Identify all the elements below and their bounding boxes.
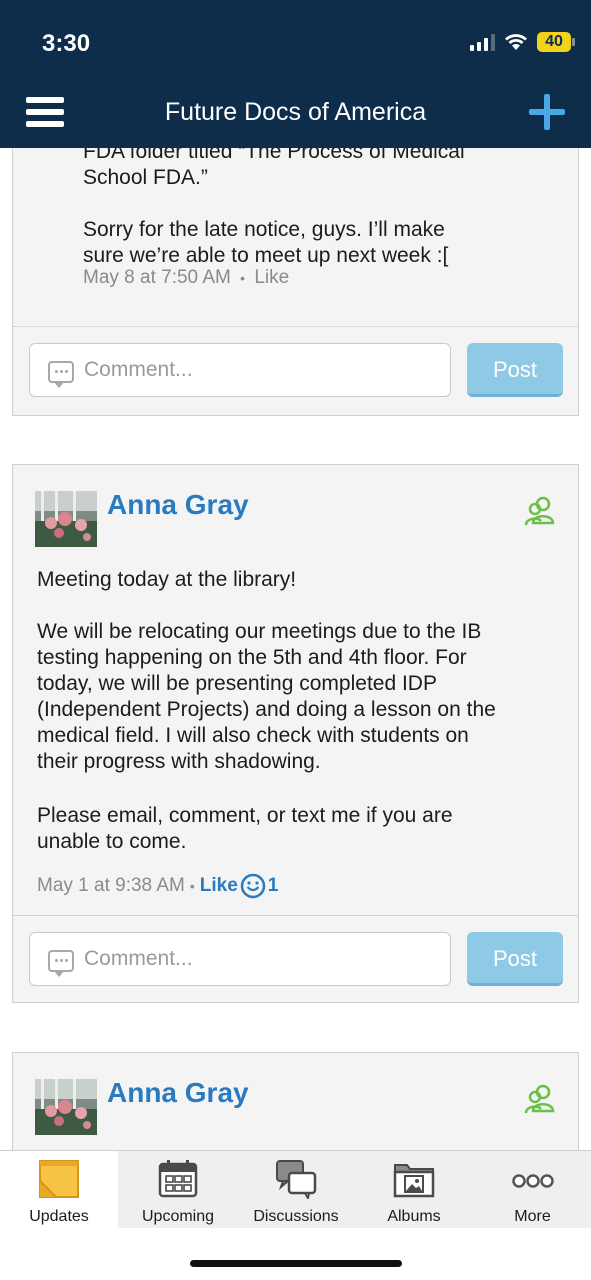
status-icons: 40 [470,32,575,52]
avatar[interactable] [35,491,97,547]
member-icon[interactable] [523,495,557,527]
post-timestamp: May 8 at 7:50 AM [83,267,231,288]
like-link[interactable]: Like [254,267,289,288]
tab-albums[interactable]: Albums [354,1151,474,1229]
post-body: We will be relocating our meetings due t… [37,620,496,773]
post-card: Anna Gray [12,1052,579,1150]
post-timestamp: May 1 at 9:38 AM [37,875,185,896]
tab-label: Updates [29,1208,89,1225]
signal-icon [470,33,495,51]
like-link[interactable]: Like [200,875,238,897]
post-title: Meeting today at the library! [37,568,297,591]
tab-label: More [514,1208,551,1225]
comment-row: Comment... Post [13,915,578,1003]
battery-icon: 40 [537,32,575,52]
calendar-icon [158,1160,198,1198]
author-name[interactable]: Anna Gray [107,489,249,521]
tab-discussions[interactable]: Discussions [238,1151,354,1229]
status-time: 3:30 [42,30,91,57]
post-meta: May 8 at 7:50 AM • Like [83,267,290,288]
tab-updates[interactable]: Updates [0,1151,118,1229]
post-text: FDA folder titled “The Process of Medica… [83,148,465,267]
comment-icon [48,950,74,977]
tab-more[interactable]: More [474,1151,591,1229]
discussions-icon [276,1160,317,1199]
home-indicator[interactable] [190,1260,402,1267]
like-count: 1 [267,875,279,896]
post-meta: May 1 at 9:38 AM • Like 1 [37,873,278,899]
comment-icon [48,361,74,388]
feed[interactable]: FDA folder titled “The Process of Medica… [0,148,591,1150]
nav-bar: Future Docs of America [0,82,591,148]
comment-row: Comment... Post [13,326,578,414]
comment-input[interactable]: Comment... [29,343,451,397]
add-button[interactable] [529,94,565,130]
member-icon[interactable] [523,1083,557,1115]
smiley-icon[interactable] [240,873,266,899]
updates-icon [39,1160,79,1198]
tab-label: Discussions [253,1208,339,1225]
comment-input[interactable]: Comment... [29,932,451,986]
avatar[interactable] [35,1079,97,1135]
tab-label: Albums [387,1208,441,1225]
tab-bar: Updates Upcoming Discussions Albums More [0,1150,591,1229]
avatar-image [35,1079,97,1135]
page-title: Future Docs of America [164,98,427,126]
post-button[interactable]: Post [467,343,563,397]
comment-placeholder: Comment... [84,358,193,381]
comment-placeholder: Comment... [84,947,193,970]
tab-upcoming[interactable]: Upcoming [118,1151,238,1229]
post-button[interactable]: Post [467,932,563,986]
wifi-icon [505,34,527,50]
post-card: FDA folder titled “The Process of Medica… [12,148,579,416]
status-bar: 3:30 40 [0,0,591,82]
post-closing: Please email, comment, or text me if you… [37,804,453,853]
author-name[interactable]: Anna Gray [107,1077,249,1109]
albums-icon [393,1164,435,1198]
post-card: Anna Gray Meeting today at the library! … [12,464,579,1003]
avatar-image [35,491,97,547]
tab-label: Upcoming [141,1208,215,1225]
more-icon [511,1174,554,1188]
